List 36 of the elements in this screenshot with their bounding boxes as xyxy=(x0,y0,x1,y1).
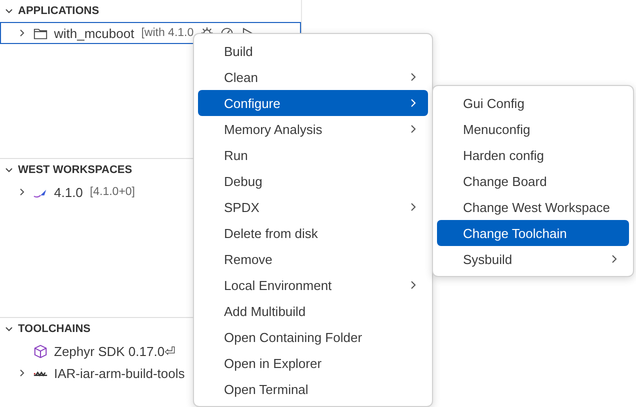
section-title[interactable]: APPLICATIONS xyxy=(18,5,100,17)
menu-item[interactable]: Menuconfig xyxy=(437,116,629,142)
chevron-icon[interactable] xyxy=(17,28,27,38)
menu-item[interactable]: Harden config xyxy=(437,142,629,168)
cube-icon xyxy=(33,344,48,358)
chevron-icon[interactable] xyxy=(4,165,14,175)
chevron-icon[interactable] xyxy=(4,6,14,16)
chevron-icon[interactable] xyxy=(17,368,27,378)
item-detail: [4.1.0+0] xyxy=(90,186,136,198)
item-label: Zephyr SDK 0.17.0⏎ xyxy=(54,344,176,358)
menu-item[interactable]: Sysbuild xyxy=(437,246,629,272)
menu-item[interactable]: Open Containing Folder xyxy=(198,324,428,350)
menu-item[interactable]: Clean xyxy=(198,64,428,90)
chevron-icon[interactable] xyxy=(4,324,14,334)
menu-item[interactable]: Remove xyxy=(198,246,428,272)
menu-item[interactable]: Debug xyxy=(198,168,428,194)
menu-item[interactable]: Gui Config xyxy=(437,90,629,116)
menu-item[interactable]: Configure xyxy=(198,90,428,116)
menu-item[interactable]: Local Environment xyxy=(198,272,428,298)
item-label: IAR-iar-arm-build-tools xyxy=(54,366,185,380)
section-title[interactable]: WEST WORKSPACES xyxy=(18,164,132,176)
section-title[interactable]: TOOLCHAINS xyxy=(18,323,91,335)
menu-item[interactable]: Change West Workspace xyxy=(437,194,629,220)
item-label: 4.1.0 xyxy=(54,184,83,200)
menu-item[interactable]: Open Terminal xyxy=(198,376,428,402)
menu-item[interactable]: Add Multibuild xyxy=(198,298,428,324)
menu-item[interactable]: Change Board xyxy=(437,168,629,194)
item-detail: [with 4.1.0 xyxy=(141,27,194,39)
menu-item[interactable]: Change Toolchain xyxy=(437,220,629,246)
chevron-icon[interactable] xyxy=(17,187,27,197)
menu-item[interactable]: Delete from disk xyxy=(198,220,428,246)
item-label: with_mcuboot xyxy=(54,26,134,40)
menu-item[interactable]: SPDX xyxy=(198,194,428,220)
menu-item[interactable]: Run xyxy=(198,142,428,168)
menu-item[interactable]: Memory Analysis xyxy=(198,116,428,142)
menu-item[interactable]: Open in Explorer xyxy=(198,350,428,376)
